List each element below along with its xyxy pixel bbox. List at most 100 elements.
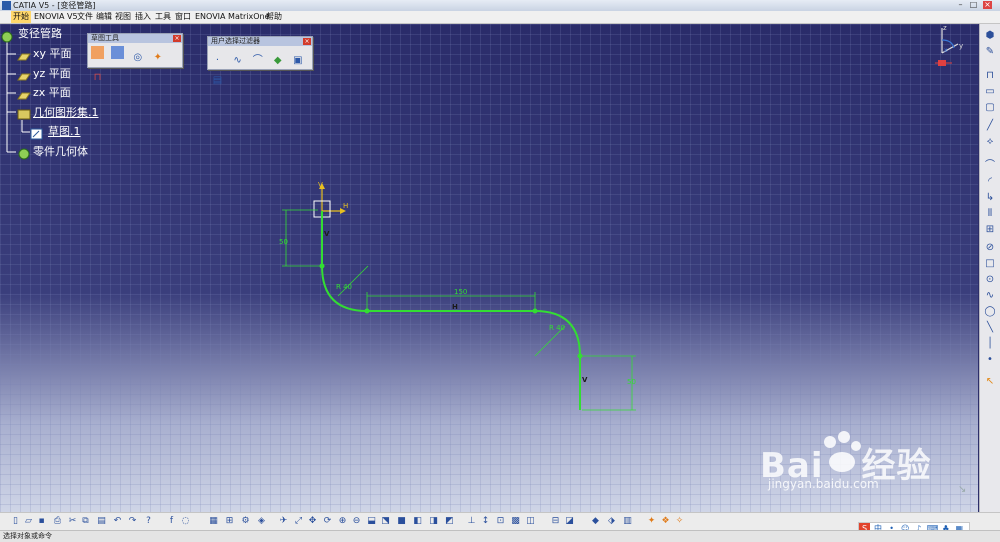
menu-enovia-matrixone[interactable]: ENOVIA MatrixOne xyxy=(195,11,270,23)
check-icon[interactable]: ✧ xyxy=(674,516,685,527)
surface-filter-icon[interactable]: ⌒ xyxy=(251,54,264,67)
snap-grid-icon[interactable] xyxy=(111,46,125,59)
menu-file[interactable]: 文件 xyxy=(77,11,93,23)
curve-icon[interactable]: ∿ xyxy=(984,290,996,302)
undo-icon[interactable]: ↶ xyxy=(112,516,123,527)
print-icon[interactable]: ⎙ xyxy=(52,516,63,527)
multi-view-icon[interactable]: ◩ xyxy=(444,516,455,527)
pan-icon[interactable]: ✥ xyxy=(307,516,318,527)
tree-item-xy-plane[interactable]: xy 平面 xyxy=(33,47,72,61)
dimensional-constraint-icon[interactable]: ⊓ xyxy=(91,71,104,84)
cut-part-icon[interactable]: ⊟ xyxy=(550,516,561,527)
measure-icon[interactable]: ⚙ xyxy=(240,516,251,527)
selection-filter-toolbar[interactable]: 用户选择过滤器 × · ∿ ⌒ ◆ ▣ ▤ xyxy=(207,36,313,86)
tree-item-yz-plane[interactable]: yz 平面 xyxy=(33,67,71,81)
close-button[interactable]: × xyxy=(983,1,992,9)
tree-root-part[interactable]: 变径管路 xyxy=(18,27,62,41)
dimension-icon[interactable]: ↕ xyxy=(480,516,491,527)
material-icon[interactable]: ◆ xyxy=(590,516,601,527)
fit-all-icon[interactable]: ⤢ xyxy=(293,516,304,527)
zoom-in-icon[interactable]: ⊕ xyxy=(337,516,348,527)
new-file-icon[interactable]: ▯ xyxy=(10,516,21,527)
menu-help[interactable]: 帮助 xyxy=(266,11,282,23)
menu-window[interactable]: 窗口 xyxy=(175,11,191,23)
constraint-icon[interactable]: ▢ xyxy=(984,102,996,114)
visualization-icon[interactable]: ◪ xyxy=(564,516,575,527)
dimension-length[interactable] xyxy=(366,292,536,310)
pipe-centerline-profile[interactable] xyxy=(321,211,581,410)
normal-view-icon[interactable]: ⬓ xyxy=(366,516,377,527)
corner-icon[interactable]: ↳ xyxy=(984,192,996,204)
menu-enovia-v5[interactable]: ENOVIA V5 xyxy=(34,11,78,23)
zoom-out-icon[interactable]: ⊖ xyxy=(351,516,362,527)
rules-icon[interactable]: ❖ xyxy=(660,516,671,527)
project-icon[interactable]: ⊞ xyxy=(984,224,996,236)
curve-filter-icon[interactable]: ∿ xyxy=(231,54,244,67)
exit-workbench-icon[interactable]: ⬢ xyxy=(984,30,996,42)
grid-icon[interactable] xyxy=(91,46,104,59)
swap-space-icon[interactable]: ◨ xyxy=(428,516,439,527)
hide-show-icon[interactable]: ◧ xyxy=(412,516,423,527)
point-filter-icon[interactable]: · xyxy=(211,54,224,67)
redo-icon[interactable]: ↷ xyxy=(127,516,138,527)
sketch-icon[interactable]: ✎ xyxy=(984,46,996,58)
iso-view-icon[interactable]: ⬔ xyxy=(380,516,391,527)
tree-item-part-body[interactable]: 零件几何体 xyxy=(33,145,88,159)
menu-edit[interactable]: 编辑 xyxy=(96,11,112,23)
intersect-filter-icon[interactable]: ▤ xyxy=(211,74,224,87)
grid-view-icon[interactable]: ⊞ xyxy=(224,516,235,527)
comment-icon[interactable]: ◌ xyxy=(180,516,191,527)
mirror-icon[interactable]: ⫴ xyxy=(984,208,996,220)
line-icon[interactable]: ╱ xyxy=(984,120,996,132)
save-icon[interactable]: ▪ xyxy=(36,516,47,527)
formula-icon[interactable]: f xyxy=(166,516,177,527)
circle-point-icon[interactable]: ⊙ xyxy=(984,274,996,286)
copy-icon[interactable]: ⧉ xyxy=(80,516,91,527)
rectangle-icon[interactable]: ▭ xyxy=(984,86,996,98)
compass-widget[interactable]: z y x xyxy=(930,22,975,67)
apply-material-icon[interactable]: ⬗ xyxy=(606,516,617,527)
grid-snap-icon[interactable]: ▩ xyxy=(510,516,521,527)
line-segment-icon[interactable]: ╲ xyxy=(984,322,996,334)
close-icon[interactable]: × xyxy=(173,35,181,42)
ellipse-icon[interactable]: ◯ xyxy=(984,306,996,318)
rotate-icon[interactable]: ⟳ xyxy=(322,516,333,527)
square-icon[interactable]: □ xyxy=(984,258,996,270)
maximize-button[interactable]: □ xyxy=(969,1,978,9)
minimize-button[interactable]: – xyxy=(956,1,965,9)
tree-item-sketch[interactable]: 草图.1 xyxy=(48,125,81,139)
help-icon[interactable]: ? xyxy=(143,516,154,527)
close-icon[interactable]: × xyxy=(303,38,311,45)
point-icon[interactable]: • xyxy=(984,354,996,366)
arc-icon[interactable]: ⌒ xyxy=(984,160,996,172)
fly-icon[interactable]: ✈ xyxy=(278,516,289,527)
constraint-icon[interactable]: ⊥ xyxy=(466,516,477,527)
trap-filter-icon[interactable]: ▣ xyxy=(291,54,304,67)
open-file-icon[interactable]: ▱ xyxy=(23,516,34,527)
axis-icon[interactable]: │ xyxy=(984,338,996,350)
volume-filter-icon[interactable]: ◆ xyxy=(271,54,284,67)
arc-3pt-icon[interactable]: ◜ xyxy=(984,176,996,188)
sketch-tools-toolbar[interactable]: 草图工具 × ◎ ✦ ⊓ xyxy=(87,33,183,83)
analysis-icon[interactable]: ◈ xyxy=(256,516,267,527)
geometric-constraint-icon[interactable]: ✦ xyxy=(151,51,164,64)
profile-icon[interactable]: ⊓ xyxy=(984,70,996,82)
table-icon[interactable]: ▦ xyxy=(208,516,219,527)
menu-view[interactable]: 视图 xyxy=(115,11,131,23)
sketch-analysis-icon[interactable]: ⊡ xyxy=(495,516,506,527)
shading-icon[interactable]: ■ xyxy=(396,516,407,527)
tree-item-geometric-set[interactable]: 几何图形集.1 xyxy=(33,106,99,120)
menu-start[interactable]: 开始 xyxy=(11,11,31,23)
construction-element-icon[interactable]: ◫ xyxy=(525,516,536,527)
catalog-icon[interactable]: ▥ xyxy=(622,516,633,527)
construction-icon[interactable]: ◎ xyxy=(131,51,144,64)
trim-icon[interactable]: ⊘ xyxy=(984,242,996,254)
menu-insert[interactable]: 插入 xyxy=(135,11,151,23)
paste-icon[interactable]: ▤ xyxy=(96,516,107,527)
cursor-select-icon[interactable]: ↖ xyxy=(984,376,996,388)
spline-icon[interactable]: ⟡ xyxy=(984,136,996,148)
cut-icon[interactable]: ✂ xyxy=(67,516,78,527)
tree-item-zx-plane[interactable]: zx 平面 xyxy=(33,86,71,100)
knowledge-icon[interactable]: ✦ xyxy=(646,516,657,527)
menu-tools[interactable]: 工具 xyxy=(155,11,171,23)
